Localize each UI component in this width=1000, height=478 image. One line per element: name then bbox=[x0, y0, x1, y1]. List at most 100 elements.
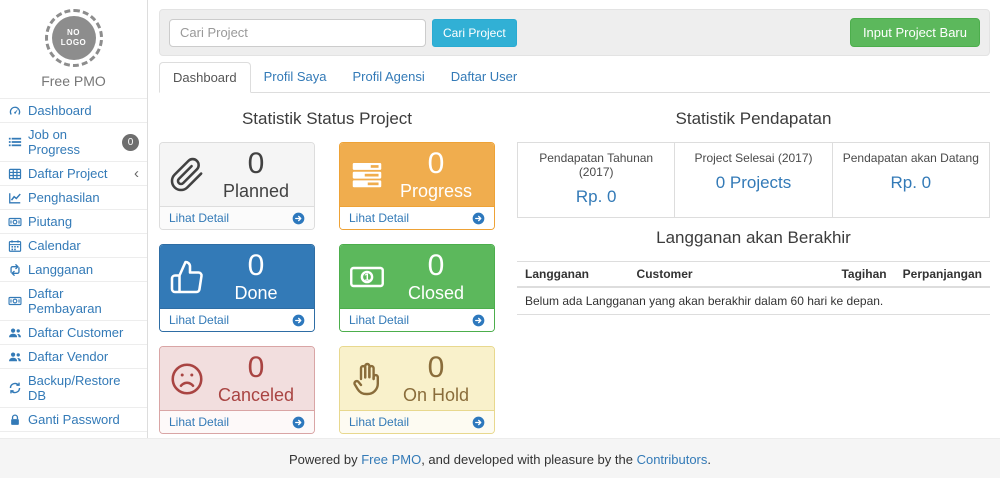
payments-icon bbox=[8, 294, 22, 308]
paperclip-icon bbox=[169, 157, 205, 193]
canceled-detail-link[interactable]: Lihat Detail bbox=[160, 410, 314, 433]
onhold-label: On Hold bbox=[387, 384, 485, 406]
tab-dashboard[interactable]: Dashboard bbox=[159, 62, 251, 93]
tab-profil-agensi[interactable]: Profil Agensi bbox=[339, 62, 437, 92]
sidebar-item-label: Backup/Restore DB bbox=[28, 373, 139, 403]
sidebar-item-langganan[interactable]: Langganan bbox=[0, 258, 147, 282]
backup-icon bbox=[8, 381, 22, 395]
sidebar-item-calendar[interactable]: Calendar bbox=[0, 234, 147, 258]
sidebar-item-daftar-customer[interactable]: Daftar Customer bbox=[0, 321, 147, 345]
empty-message: Belum ada Langganan yang akan berakhir d… bbox=[517, 287, 990, 315]
planned-count: 0 bbox=[207, 148, 305, 180]
sidebar-item-daftar-project[interactable]: Daftar Project bbox=[0, 162, 147, 186]
closed-count: 0 bbox=[387, 250, 485, 282]
status-card-planned: 0 Planned Lihat Detail bbox=[159, 142, 315, 230]
sidebar-item-daftar-vendor[interactable]: Daftar Vendor bbox=[0, 345, 147, 369]
sidebar-item-daftar-pembayaran[interactable]: Daftar Pembayaran bbox=[0, 282, 147, 321]
onhold-count: 0 bbox=[387, 352, 485, 384]
status-card-closed: 1 0 Closed Lihat Detail bbox=[339, 244, 495, 332]
canceled-count: 0 bbox=[207, 352, 305, 384]
sidebar-item-dashboard[interactable]: Dashboard bbox=[0, 98, 147, 123]
sidebar-item-label: Daftar Pembayaran bbox=[28, 286, 139, 316]
onhold-detail-link[interactable]: Lihat Detail bbox=[340, 410, 494, 433]
dashboard-icon bbox=[8, 104, 22, 118]
sidebar-item-label: Penghasilan bbox=[28, 190, 100, 205]
sidebar-item-penghasilan[interactable]: Penghasilan bbox=[0, 186, 147, 210]
progress-count: 0 bbox=[387, 148, 485, 180]
arrow-circle-right-icon bbox=[292, 314, 305, 327]
dashboard-body: Statistik Status Project 0 Planned Lihat… bbox=[149, 93, 1000, 434]
arrow-circle-right-icon bbox=[472, 212, 485, 225]
job-count-badge: 0 bbox=[122, 134, 139, 151]
canceled-label: Canceled bbox=[207, 384, 305, 406]
income-section-title: Statistik Pendapatan bbox=[517, 109, 990, 129]
new-project-button[interactable]: Input Project Baru bbox=[850, 18, 980, 47]
subscription-icon bbox=[8, 263, 22, 277]
status-cards-grid: 0 Planned Lihat Detail bbox=[159, 142, 495, 434]
main-content: Cari Project Input Project Baru Dashboar… bbox=[149, 0, 1000, 438]
tasks-icon bbox=[349, 157, 385, 193]
stat-pendapatan-tahunan: Pendapatan Tahunan (2017) Rp. 0 bbox=[518, 143, 674, 217]
stat-value: Rp. 0 bbox=[839, 173, 983, 193]
status-card-on-hold: 0 On Hold Lihat Detail bbox=[339, 346, 495, 434]
col-customer: Customer bbox=[629, 262, 820, 288]
project-table-icon bbox=[8, 167, 22, 181]
customers-icon bbox=[8, 326, 22, 340]
frown-icon bbox=[169, 361, 205, 397]
search-button[interactable]: Cari Project bbox=[432, 19, 517, 47]
vendors-icon bbox=[8, 350, 22, 364]
stat-project-selesai: Project Selesai (2017) 0 Projects bbox=[674, 143, 831, 217]
sidebar-item-label: Langganan bbox=[28, 262, 93, 277]
closed-label: Closed bbox=[387, 282, 485, 304]
planned-detail-link[interactable]: Lihat Detail bbox=[160, 206, 314, 229]
tab-profil-saya[interactable]: Profil Saya bbox=[251, 62, 340, 92]
sidebar-item-label: Daftar Vendor bbox=[28, 349, 108, 364]
income-section: Statistik Pendapatan Pendapatan Tahunan … bbox=[517, 99, 990, 434]
receivable-icon bbox=[8, 215, 22, 229]
done-detail-link[interactable]: Lihat Detail bbox=[160, 308, 314, 331]
sidebar-item-label: Dashboard bbox=[28, 103, 92, 118]
stat-pendapatan-akan-datang: Pendapatan akan Datang Rp. 0 bbox=[832, 143, 989, 217]
hand-paper-icon bbox=[349, 361, 385, 397]
sidebar-item-label: Job on Progress bbox=[28, 127, 116, 157]
sidebar-item-label: Daftar Customer bbox=[28, 325, 123, 340]
planned-label: Planned bbox=[207, 180, 305, 202]
table-row-empty: Belum ada Langganan yang akan berakhir d… bbox=[517, 287, 990, 315]
svg-text:1: 1 bbox=[364, 271, 370, 283]
sidebar-item-backup-restore[interactable]: Backup/Restore DB bbox=[0, 369, 147, 408]
thumbs-up-icon bbox=[169, 259, 205, 295]
sidebar-menu: Dashboard Job on Progress 0 Daftar Proje… bbox=[0, 98, 147, 456]
chevron-left-icon bbox=[134, 166, 139, 181]
progress-detail-link[interactable]: Lihat Detail bbox=[340, 206, 494, 229]
search-input[interactable] bbox=[169, 19, 426, 47]
closed-detail-link[interactable]: Lihat Detail bbox=[340, 308, 494, 331]
sidebar-item-piutang[interactable]: Piutang bbox=[0, 210, 147, 234]
logo-text-line1: NO bbox=[67, 28, 80, 38]
brand-name: Free PMO bbox=[0, 73, 147, 89]
footer-link-freepmo[interactable]: Free PMO bbox=[361, 452, 421, 467]
progress-label: Progress bbox=[387, 180, 485, 202]
income-chart-icon bbox=[8, 191, 22, 205]
password-icon bbox=[8, 413, 22, 427]
sidebar-item-label: Ganti Password bbox=[28, 412, 120, 427]
tab-daftar-user[interactable]: Daftar User bbox=[438, 62, 530, 92]
stat-value: 0 Projects bbox=[681, 173, 825, 193]
income-stats-table: Pendapatan Tahunan (2017) Rp. 0 Project … bbox=[517, 142, 990, 218]
footer-link-contributors[interactable]: Contributors bbox=[637, 452, 708, 467]
project-search-bar: Cari Project Input Project Baru bbox=[159, 9, 990, 56]
sidebar-item-label: Piutang bbox=[28, 214, 72, 229]
stat-value: Rp. 0 bbox=[524, 187, 668, 207]
sidebar: NO LOGO Free PMO Dashboard Job on Progre… bbox=[0, 0, 148, 438]
arrow-circle-right-icon bbox=[292, 212, 305, 225]
sidebar-item-label: Calendar bbox=[28, 238, 81, 253]
done-count: 0 bbox=[207, 250, 305, 282]
subscription-table: Langganan Customer Tagihan Perpanjangan … bbox=[517, 261, 990, 315]
money-bill-icon: 1 bbox=[349, 259, 385, 295]
sidebar-item-ganti-password[interactable]: Ganti Password bbox=[0, 408, 147, 432]
job-progress-icon bbox=[8, 135, 22, 149]
status-card-done: 0 Done Lihat Detail bbox=[159, 244, 315, 332]
footer-text: Powered by bbox=[289, 452, 361, 467]
sidebar-item-job-on-progress[interactable]: Job on Progress 0 bbox=[0, 123, 147, 162]
sidebar-item-label: Daftar Project bbox=[28, 166, 107, 181]
free-pmo-dashboard-page: NO LOGO Free PMO Dashboard Job on Progre… bbox=[0, 0, 1000, 478]
